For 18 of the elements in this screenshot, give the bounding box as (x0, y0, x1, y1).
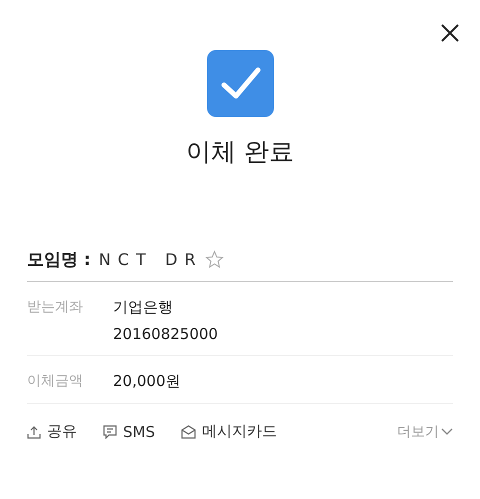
upload-icon (27, 424, 41, 438)
detail-value: 20,000원 (113, 372, 180, 391)
envelope-icon (181, 424, 196, 438)
chevron-down-icon (441, 428, 453, 436)
detail-value: 기업은행 (113, 298, 174, 317)
sms-button[interactable]: SMS (103, 422, 155, 440)
detail-label: 받는계좌 (27, 298, 84, 317)
card-button[interactable]: 메시지카드 (181, 422, 277, 441)
group-name: N C T D R (98, 250, 197, 269)
share-button[interactable]: 공유 (27, 422, 77, 441)
checkmark-icon (206, 50, 274, 117)
detail-value: 20160825000 (113, 325, 218, 343)
close-icon[interactable] (441, 24, 459, 42)
message-icon (103, 424, 117, 438)
group-label: 모임명 : (27, 249, 91, 271)
detail-label: 이체금액 (27, 372, 84, 391)
page-title: 이체 완료 (186, 136, 294, 168)
star-icon[interactable] (204, 250, 224, 269)
